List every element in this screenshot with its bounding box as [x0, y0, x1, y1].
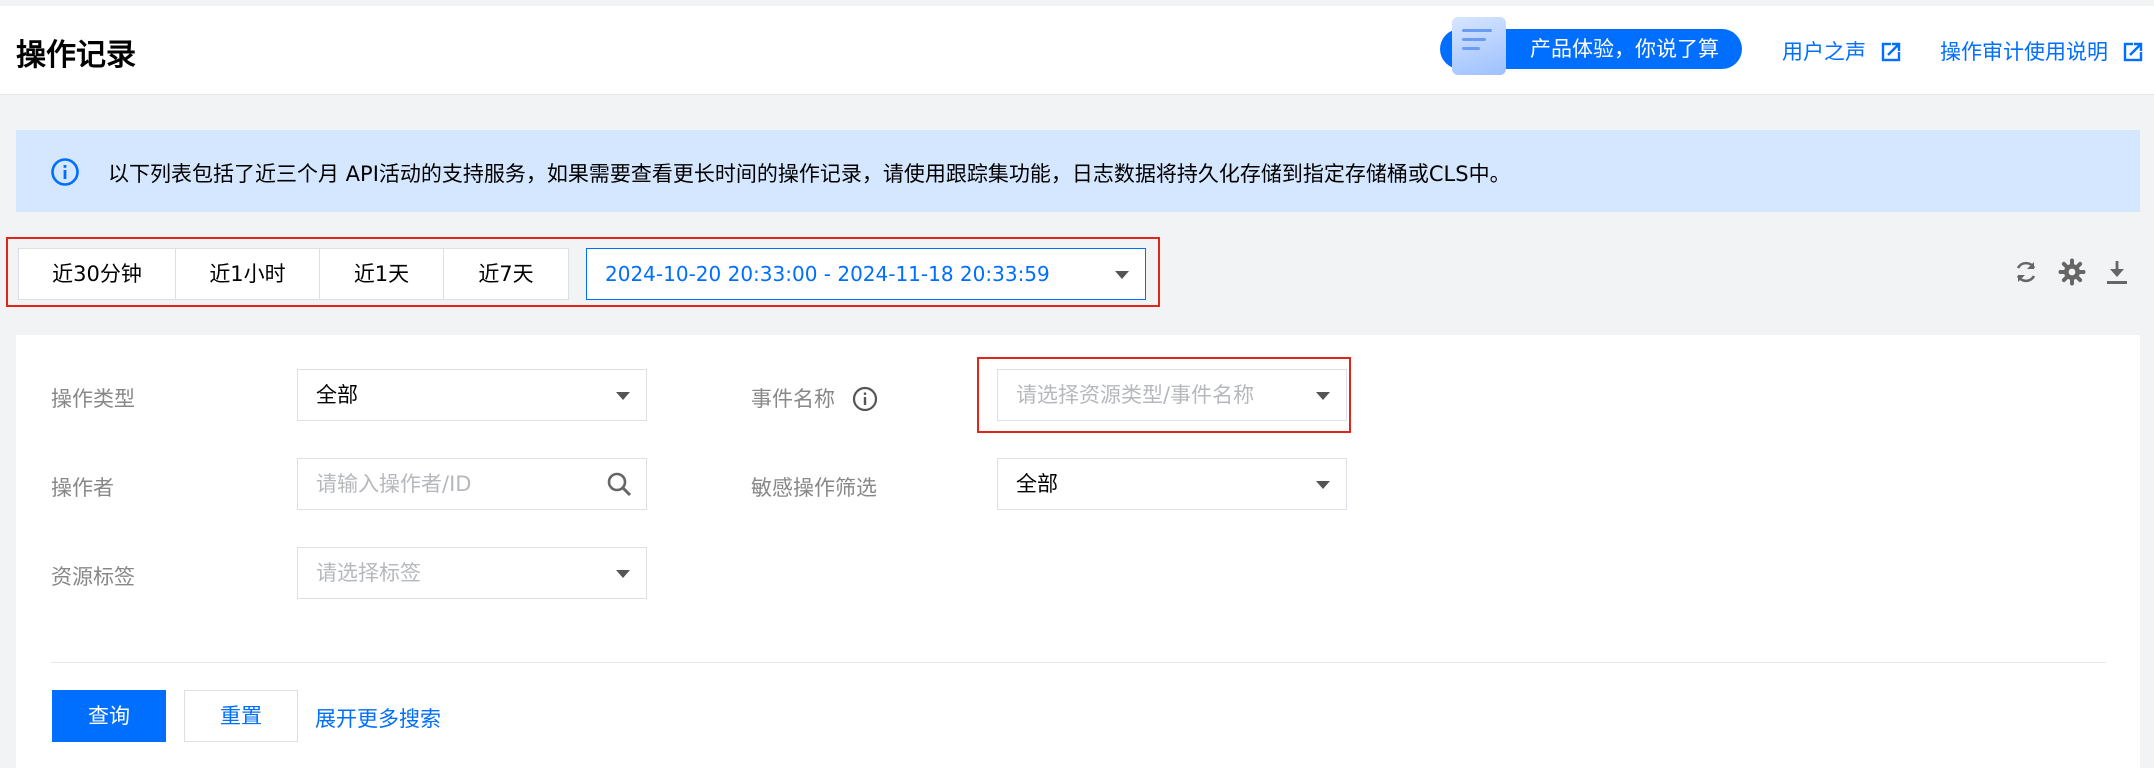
resource-tag-label: 资源标签 [51, 565, 135, 589]
range-1hour-button[interactable]: 近1小时 [176, 249, 320, 299]
feedback-button[interactable]: 产品体验，你说了算 [1440, 17, 1742, 75]
feedback-doc-icon [1452, 17, 1506, 75]
page-header: 操作记录 产品体验，你说了算 用户之声 操作审计使用说明 [0, 0, 2154, 95]
divider [51, 662, 2106, 663]
event-name-placeholder: 请选择资源类型/事件名称 [1016, 383, 1255, 407]
sensitive-label: 敏感操作筛选 [751, 476, 877, 500]
sensitive-value: 全部 [1016, 472, 1058, 496]
reset-button[interactable]: 重置 [184, 690, 298, 742]
operator-label: 操作者 [51, 476, 114, 500]
op-type-label: 操作类型 [51, 387, 135, 411]
expand-search-link[interactable]: 展开更多搜索 [315, 703, 441, 733]
chevron-down-icon [1115, 271, 1129, 279]
range-30min-button[interactable]: 近30分钟 [19, 249, 176, 299]
refresh-icon[interactable] [2012, 258, 2040, 286]
date-range-value: 2024-10-20 20:33:00 - 2024-11-18 20:33:5… [605, 262, 1050, 286]
quick-range-group: 近30分钟 近1小时 近1天 近7天 [18, 248, 569, 300]
chevron-down-icon [616, 392, 630, 400]
chevron-down-icon [1316, 481, 1330, 489]
query-button[interactable]: 查询 [52, 690, 166, 742]
audit-guide-link[interactable]: 操作审计使用说明 [1940, 36, 2143, 66]
operator-search-input[interactable]: 请输入操作者/ID [297, 458, 647, 510]
search-icon[interactable] [606, 471, 632, 497]
user-voice-link[interactable]: 用户之声 [1782, 36, 1901, 66]
sensitive-select[interactable]: 全部 [997, 458, 1347, 510]
info-notice: 以下列表包括了近三个月 API活动的支持服务，如果需要查看更长时间的操作记录，请… [16, 130, 2140, 212]
range-7day-button[interactable]: 近7天 [444, 249, 568, 299]
download-icon[interactable] [2103, 258, 2131, 286]
info-icon[interactable] [852, 386, 878, 412]
date-range-picker[interactable]: 2024-10-20 20:33:00 - 2024-11-18 20:33:5… [586, 248, 1146, 300]
top-strip [0, 0, 2154, 6]
info-icon [51, 158, 79, 186]
resource-tag-placeholder: 请选择标签 [316, 561, 421, 585]
user-voice-label: 用户之声 [1782, 40, 1866, 64]
range-1day-button[interactable]: 近1天 [320, 249, 444, 299]
event-name-label: 事件名称 [751, 383, 878, 413]
external-link-icon [1881, 42, 1901, 62]
event-name-select[interactable]: 请选择资源类型/事件名称 [997, 369, 1347, 421]
operator-placeholder: 请输入操作者/ID [316, 472, 472, 496]
resource-tag-select[interactable]: 请选择标签 [297, 547, 647, 599]
audit-guide-label: 操作审计使用说明 [1940, 40, 2108, 64]
op-type-select[interactable]: 全部 [297, 369, 647, 421]
page-title: 操作记录 [16, 38, 136, 73]
feedback-label: 产品体验，你说了算 [1530, 37, 1719, 61]
chevron-down-icon [1316, 392, 1330, 400]
external-link-icon [2123, 42, 2143, 62]
event-name-label-text: 事件名称 [751, 387, 835, 411]
notice-text: 以下列表包括了近三个月 API活动的支持服务，如果需要查看更长时间的操作记录，请… [108, 162, 1511, 186]
gear-icon[interactable] [2058, 258, 2086, 286]
op-type-value: 全部 [316, 383, 358, 407]
chevron-down-icon [616, 570, 630, 578]
